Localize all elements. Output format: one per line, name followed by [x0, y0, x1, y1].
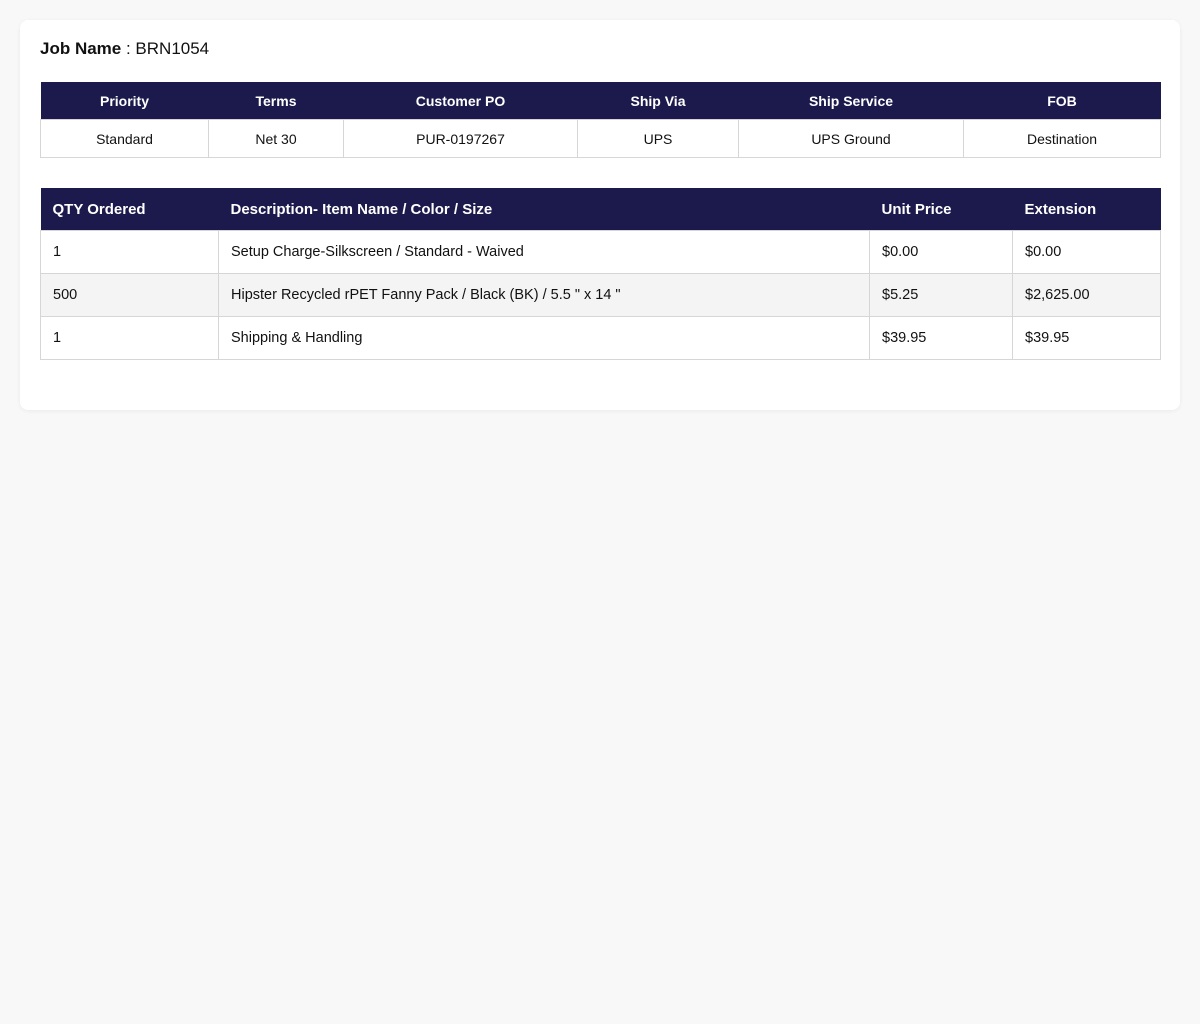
cell-qty: 1	[40, 316, 219, 360]
shipping-info-table: Priority Terms Customer PO Ship Via Ship…	[40, 82, 1161, 158]
cell-ship-service: UPS Ground	[738, 119, 964, 158]
header-qty-ordered: QTY Ordered	[40, 188, 219, 231]
cell-description: Hipster Recycled rPET Fanny Pack / Black…	[218, 273, 870, 317]
cell-qty: 1	[40, 230, 219, 274]
job-name-value: BRN1054	[135, 39, 210, 58]
cell-unit-price: $5.25	[869, 273, 1013, 317]
header-ship-via: Ship Via	[577, 82, 739, 120]
order-card: Job Name : BRN1054 Priority Terms Custom…	[20, 20, 1180, 410]
header-fob: FOB	[963, 82, 1161, 120]
line-items-header-row: QTY Ordered Description- Item Name / Col…	[40, 188, 1161, 231]
cell-unit-price: $39.95	[869, 316, 1013, 360]
cell-ship-via: UPS	[577, 119, 739, 158]
header-customer-po: Customer PO	[343, 82, 578, 120]
cell-qty: 500	[40, 273, 219, 317]
job-name-label: Job Name	[40, 39, 122, 58]
shipping-info-row: Standard Net 30 PUR-0197267 UPS UPS Grou…	[40, 119, 1161, 158]
header-priority: Priority	[40, 82, 209, 120]
cell-description: Shipping & Handling	[218, 316, 870, 360]
cell-fob: Destination	[963, 119, 1161, 158]
line-items-table: QTY Ordered Description- Item Name / Col…	[40, 188, 1161, 360]
cell-extension: $0.00	[1012, 230, 1161, 274]
cell-extension: $39.95	[1012, 316, 1161, 360]
job-name-separator: :	[121, 39, 136, 58]
cell-customer-po: PUR-0197267	[343, 119, 578, 158]
cell-description: Setup Charge-Silkscreen / Standard - Wai…	[218, 230, 870, 274]
shipping-info-header-row: Priority Terms Customer PO Ship Via Ship…	[40, 82, 1161, 120]
table-row: 1 Shipping & Handling $39.95 $39.95	[40, 316, 1161, 360]
cell-unit-price: $0.00	[869, 230, 1013, 274]
header-terms: Terms	[208, 82, 344, 120]
job-name-line: Job Name : BRN1054	[40, 38, 209, 60]
cell-priority: Standard	[40, 119, 209, 158]
header-extension: Extension	[1012, 188, 1161, 231]
table-row: 1 Setup Charge-Silkscreen / Standard - W…	[40, 230, 1161, 274]
header-description: Description- Item Name / Color / Size	[218, 188, 870, 231]
header-ship-service: Ship Service	[738, 82, 964, 120]
cell-terms: Net 30	[208, 119, 344, 158]
cell-extension: $2,625.00	[1012, 273, 1161, 317]
table-row: 500 Hipster Recycled rPET Fanny Pack / B…	[40, 273, 1161, 317]
header-unit-price: Unit Price	[869, 188, 1013, 231]
